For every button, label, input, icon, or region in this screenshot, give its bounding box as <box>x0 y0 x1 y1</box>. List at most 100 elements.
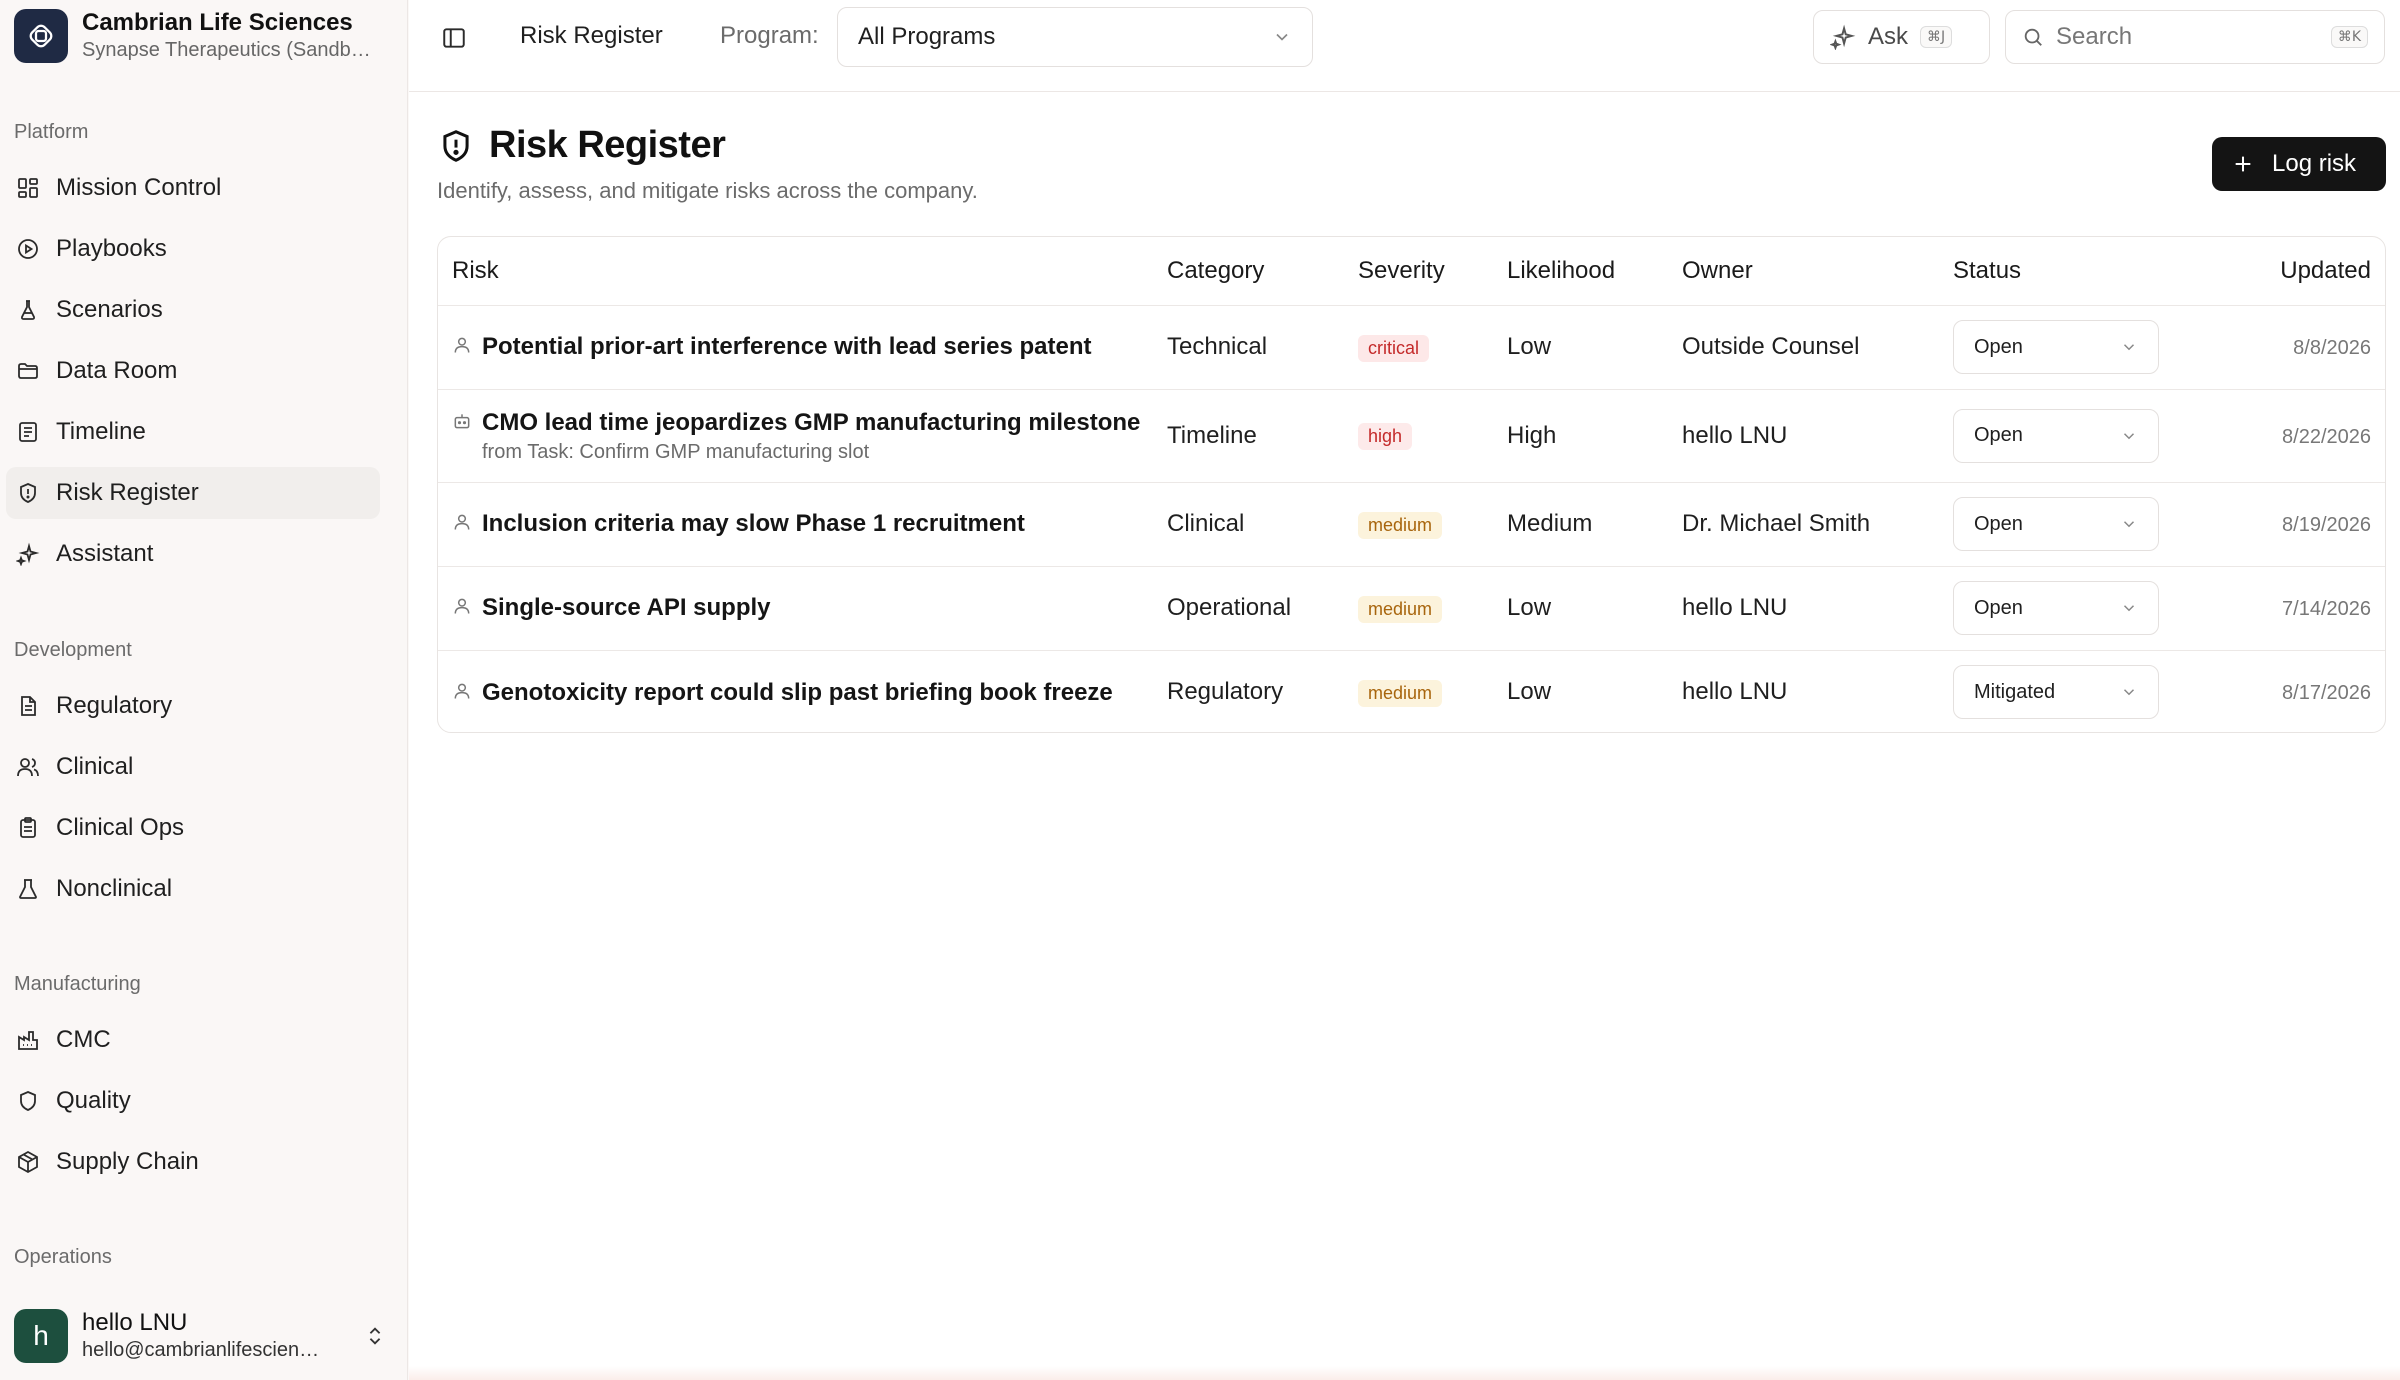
person-icon <box>452 596 472 616</box>
sidebar-item-label: Risk Register <box>56 479 199 506</box>
status-select[interactable]: Open <box>1953 408 2159 463</box>
chevron-down-icon <box>1272 27 1292 47</box>
sidebar-item-clinical[interactable]: Clinical <box>6 741 380 793</box>
sidebar-item-risk-register[interactable]: Risk Register <box>6 467 380 519</box>
chevron-down-icon <box>2120 515 2138 533</box>
sidebar-item-label: CMC <box>56 1026 111 1053</box>
risk-likelihood: Low <box>1507 678 1552 706</box>
section-development: Development <box>14 639 132 661</box>
risk-owner: Dr. Michael Smith <box>1682 482 1953 567</box>
status-value: Open <box>1974 424 2023 446</box>
risk-title[interactable]: Single-source API supply <box>482 592 771 623</box>
sidebar-item-scenarios[interactable]: Scenarios <box>6 284 380 336</box>
risk-owner: hello LNU <box>1682 566 1953 651</box>
risk-category: Operational <box>1167 566 1358 651</box>
search-shortcut: ⌘K <box>2330 26 2368 48</box>
status-select[interactable]: Open <box>1953 581 2159 635</box>
updated-date: 8/17/2026 <box>2282 682 2371 705</box>
clipboard-icon <box>14 814 42 842</box>
status-select[interactable]: Open <box>1953 497 2159 551</box>
sidebar-toggle-button[interactable] <box>438 22 470 54</box>
sidebar-item-label: Mission Control <box>56 174 222 201</box>
avatar: h <box>14 1308 68 1363</box>
bottom-edge <box>409 1366 2400 1380</box>
org-logo <box>14 8 68 63</box>
risk-title[interactable]: CMO lead time jeopardizes GMP manufactur… <box>482 407 1140 438</box>
bot-icon <box>452 411 472 431</box>
person-icon <box>452 335 472 355</box>
breadcrumb[interactable]: Risk Register <box>520 22 663 50</box>
shield-alert-icon <box>14 479 42 507</box>
log-risk-label: Log risk <box>2272 150 2357 177</box>
column-header-likelihood[interactable]: Likelihood <box>1507 237 1682 306</box>
search-icon <box>2022 26 2044 48</box>
program-select[interactable]: All Programs <box>837 7 1313 67</box>
ask-label: Ask <box>1868 23 1909 50</box>
chevron-down-icon <box>2120 683 2138 701</box>
table-row[interactable]: Inclusion criteria may slow Phase 1 recr… <box>438 482 2385 567</box>
shield-icon <box>14 1087 42 1115</box>
sidebar-item-data-room[interactable]: Data Room <box>6 345 380 397</box>
sidebar-item-assistant[interactable]: Assistant <box>6 528 380 580</box>
severity-badge: medium <box>1358 511 1443 539</box>
ask-button[interactable]: Ask ⌘J <box>1813 10 1990 64</box>
sidebar-item-quality[interactable]: Quality <box>6 1075 380 1127</box>
user-menu[interactable]: h hello LNU hello@cambrianlifesciences.c… <box>14 1308 394 1363</box>
page-subtitle: Identify, assess, and mitigate risks acr… <box>437 178 978 203</box>
risk-title[interactable]: Potential prior-art interference with le… <box>482 331 1092 362</box>
risk-owner: Outside Counsel <box>1682 305 1953 390</box>
sparkles-icon <box>1830 24 1856 50</box>
sidebar-item-playbooks[interactable]: Playbooks <box>6 223 380 275</box>
sidebar-item-regulatory[interactable]: Regulatory <box>6 680 380 732</box>
updated-date: 8/8/2026 <box>2293 337 2371 359</box>
chevron-up-down-icon <box>364 1325 386 1347</box>
chevron-down-icon <box>2120 599 2138 617</box>
sidebar-item-cmc[interactable]: CMC <box>6 1014 380 1066</box>
person-icon <box>452 512 472 532</box>
risk-source[interactable]: from Task: Confirm GMP manufacturing slo… <box>482 441 1140 464</box>
column-header-owner[interactable]: Owner <box>1682 237 1953 306</box>
status-value: Open <box>1974 512 2023 535</box>
sidebar-item-mission-control[interactable]: Mission Control <box>6 162 380 214</box>
risk-title[interactable]: Inclusion criteria may slow Phase 1 recr… <box>482 508 1025 539</box>
sidebar-item-timeline[interactable]: Timeline <box>6 406 380 458</box>
status-value: Open <box>1974 596 2023 619</box>
risk-likelihood: Low <box>1507 566 1682 651</box>
section-platform: Platform <box>14 121 89 143</box>
column-header-updated[interactable]: Updated <box>2193 237 2385 306</box>
column-header-severity[interactable]: Severity <box>1358 237 1507 306</box>
table-header-row: Risk Category Severity Likelihood Owner … <box>438 237 2385 306</box>
ask-shortcut: ⌘J <box>1920 26 1953 48</box>
column-header-category[interactable]: Category <box>1167 237 1358 306</box>
table-row[interactable]: Single-source API supply Operational med… <box>438 566 2385 651</box>
sidebar-item-label: Scenarios <box>56 296 163 323</box>
column-header-status[interactable]: Status <box>1953 237 2193 306</box>
user-email: hello@cambrianlifesciences.com <box>82 1339 322 1361</box>
table-row[interactable]: CMO lead time jeopardizes GMP manufactur… <box>438 389 2385 483</box>
sidebar-item-label: Nonclinical <box>56 875 173 902</box>
search-input[interactable]: Search ⌘K <box>2005 10 2385 64</box>
sidebar-item-clinical-ops[interactable]: Clinical Ops <box>6 802 380 854</box>
org-subtitle: Synapse Therapeutics (Sandbox) <box>82 39 372 61</box>
sidebar-item-label: Clinical <box>56 753 134 780</box>
risk-title[interactable]: Genotoxicity report could slip past brie… <box>482 677 1113 708</box>
log-risk-button[interactable]: Log risk <box>2212 137 2386 191</box>
sidebar-item-supply-chain[interactable]: Supply Chain <box>6 1136 380 1188</box>
person-icon <box>452 681 472 701</box>
severity-badge: critical <box>1358 334 1430 362</box>
table-row[interactable]: Genotoxicity report could slip past brie… <box>438 650 2385 732</box>
status-select[interactable]: Mitigated <box>1953 665 2159 720</box>
sidebar-item-label: Playbooks <box>56 235 167 262</box>
risk-table: Risk Category Severity Likelihood Owner … <box>437 236 2386 733</box>
updated-date: 8/19/2026 <box>2282 514 2371 536</box>
org-switcher[interactable]: Cambrian Life Sciences Synapse Therapeut… <box>14 8 394 63</box>
sidebar-item-label: Clinical Ops <box>56 814 185 841</box>
severity-badge: medium <box>1358 679 1443 707</box>
status-select[interactable]: Open <box>1953 320 2159 374</box>
dashboard-icon <box>14 174 42 202</box>
column-header-risk[interactable]: Risk <box>438 237 1167 306</box>
user-name: hello LNU <box>82 1309 188 1336</box>
table-row[interactable]: Potential prior-art interference with le… <box>438 305 2385 390</box>
folder-icon <box>14 357 42 385</box>
sidebar-item-nonclinical[interactable]: Nonclinical <box>6 863 380 915</box>
